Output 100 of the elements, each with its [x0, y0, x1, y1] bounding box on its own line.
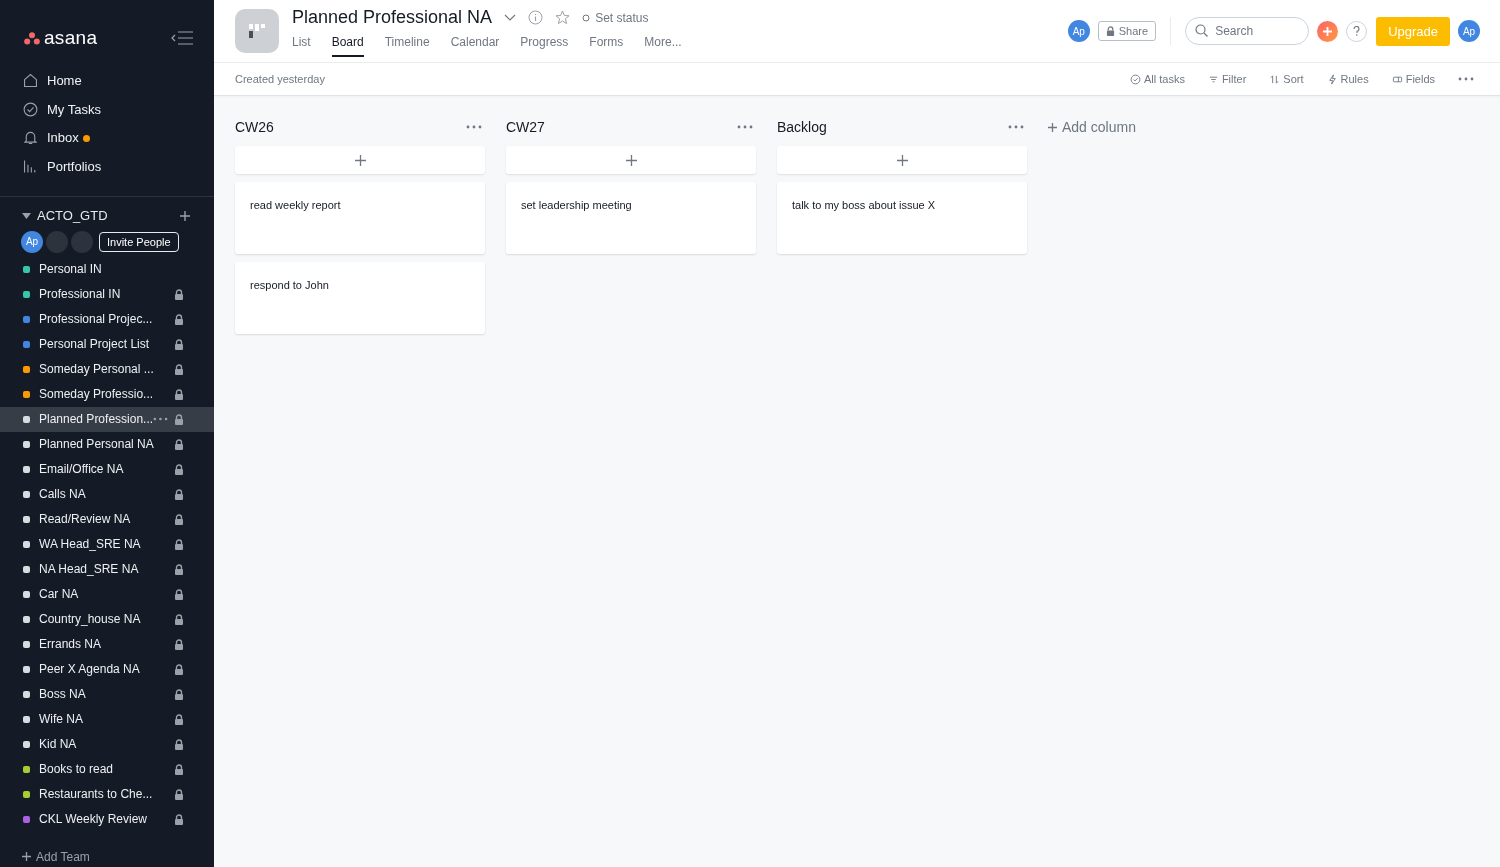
toolbar-button[interactable]: Rules [1326, 73, 1369, 85]
logo-text: asana [44, 27, 98, 49]
lock-icon [174, 463, 184, 475]
view-tab[interactable]: List [292, 35, 311, 57]
project-item[interactable]: Someday Personal ... [0, 356, 214, 382]
team-header[interactable]: ACTO_GTD [22, 208, 108, 224]
add-icon [625, 154, 637, 166]
home-icon [22, 71, 39, 89]
team-name: ACTO_GTD [37, 208, 108, 224]
caret-icon [22, 212, 31, 219]
view-tab[interactable]: Forms [589, 35, 624, 57]
check-icon [22, 100, 39, 118]
project-item[interactable]: Kid NA [0, 731, 214, 757]
logo-icon [24, 31, 40, 45]
column-title: CW26 [235, 119, 274, 135]
lock-icon [174, 288, 184, 300]
view-tab[interactable]: Progress [520, 35, 569, 57]
project-item[interactable]: WA Head_SRE NA [0, 531, 214, 557]
task-card[interactable]: respond to John [235, 262, 485, 334]
status-circle-icon [582, 13, 591, 22]
project-item[interactable]: NA Head_SRE NA [0, 556, 214, 582]
more-icon[interactable] [1458, 77, 1474, 81]
project-item[interactable]: Planned Profession... [0, 406, 214, 432]
project-item[interactable]: Country_house NA [0, 606, 214, 632]
lock-icon [174, 663, 184, 675]
column-title: CW27 [506, 119, 545, 135]
nav-item[interactable]: Portfolios [22, 152, 214, 181]
toolbar-button[interactable]: Sort [1269, 73, 1304, 85]
lock-icon [174, 588, 184, 600]
add-icon [354, 154, 366, 166]
more-icon[interactable] [466, 125, 482, 129]
user-avatar[interactable]: Ap [1458, 20, 1480, 42]
task-card[interactable]: talk to my boss about issue X [777, 182, 1027, 254]
view-tab[interactable]: More... [644, 35, 682, 57]
star-icon[interactable] [555, 10, 571, 25]
toolbar-button[interactable]: Fields [1391, 73, 1435, 85]
board-project-icon [235, 9, 279, 53]
more-icon[interactable] [737, 125, 753, 129]
more-icon[interactable] [1008, 125, 1024, 129]
view-tab[interactable]: Board [331, 35, 364, 57]
add-column-button[interactable]: Add column [1048, 116, 1136, 138]
created-label: Created yesterday [235, 73, 326, 85]
add-icon[interactable] [180, 210, 190, 221]
notification-dot [82, 135, 90, 143]
lock-icon [174, 713, 184, 725]
project-item[interactable]: Restaurants to Che... [0, 781, 214, 807]
lock-icon [174, 563, 184, 575]
project-item[interactable]: Car NA [0, 581, 214, 607]
project-item[interactable]: Peer X Agenda NA [0, 656, 214, 682]
lock-icon [174, 488, 184, 500]
project-item[interactable]: Someday Professio... [0, 381, 214, 407]
toolbar-button[interactable]: Filter [1207, 73, 1247, 85]
info-icon[interactable] [528, 10, 544, 25]
lock-icon [174, 788, 184, 800]
add-icon [1048, 122, 1057, 132]
view-tab[interactable]: Timeline [384, 35, 430, 57]
help-icon [1353, 26, 1361, 36]
lock-icon [174, 813, 184, 825]
search-field[interactable]: Search [1185, 17, 1310, 45]
project-item[interactable]: Books to read [0, 756, 214, 782]
view-tab[interactable]: Calendar [450, 35, 500, 57]
set-status-button[interactable]: Set status [582, 10, 649, 25]
lock-icon [174, 413, 184, 425]
member-avatar[interactable]: Ap [1067, 20, 1090, 42]
project-item[interactable]: Wife NA [0, 706, 214, 732]
lock-icon [174, 688, 184, 700]
project-item[interactable]: Personal Project List [0, 331, 214, 357]
project-item[interactable]: Planned Personal NA [0, 431, 214, 457]
empty-avatar [71, 230, 93, 253]
lock-icon [174, 313, 184, 325]
nav-item[interactable]: Inbox [22, 123, 214, 153]
toolbar-button[interactable]: All tasks [1129, 73, 1185, 85]
project-item[interactable]: Professional Projec... [0, 306, 214, 332]
quick-add-button[interactable] [1317, 20, 1339, 42]
add-icon [896, 154, 908, 166]
collapse-sidebar-icon[interactable] [171, 31, 194, 45]
lock-icon [174, 638, 184, 650]
project-item[interactable]: Errands NA [0, 631, 214, 657]
project-item[interactable]: Professional IN [0, 281, 214, 307]
task-card[interactable]: read weekly report [235, 182, 485, 254]
task-card[interactable]: set leadership meeting [506, 182, 756, 254]
nav-item[interactable]: My Tasks [22, 94, 214, 124]
lock-icon [174, 338, 184, 350]
empty-avatar [46, 230, 68, 253]
lock-icon [174, 513, 184, 525]
share-button[interactable]: Share [1097, 21, 1157, 41]
add-icon [22, 852, 31, 862]
project-item[interactable]: Personal IN [0, 256, 214, 282]
more-icon[interactable] [153, 417, 168, 422]
project-item[interactable]: Read/Review NA [0, 506, 214, 532]
project-item[interactable]: Calls NA [0, 481, 214, 507]
project-item[interactable]: Boss NA [0, 681, 214, 707]
chevron-down-icon[interactable] [504, 14, 517, 21]
invite-people-button[interactable]: Invite People [99, 231, 179, 252]
column-title: Backlog [777, 119, 827, 135]
nav-item[interactable]: Home [22, 66, 214, 95]
project-item[interactable]: CKL Weekly Review [0, 806, 214, 832]
project-item[interactable]: Email/Office NA [0, 456, 214, 482]
add-team-link[interactable]: Add Team [0, 831, 214, 864]
user-avatar[interactable]: Ap [21, 230, 43, 253]
